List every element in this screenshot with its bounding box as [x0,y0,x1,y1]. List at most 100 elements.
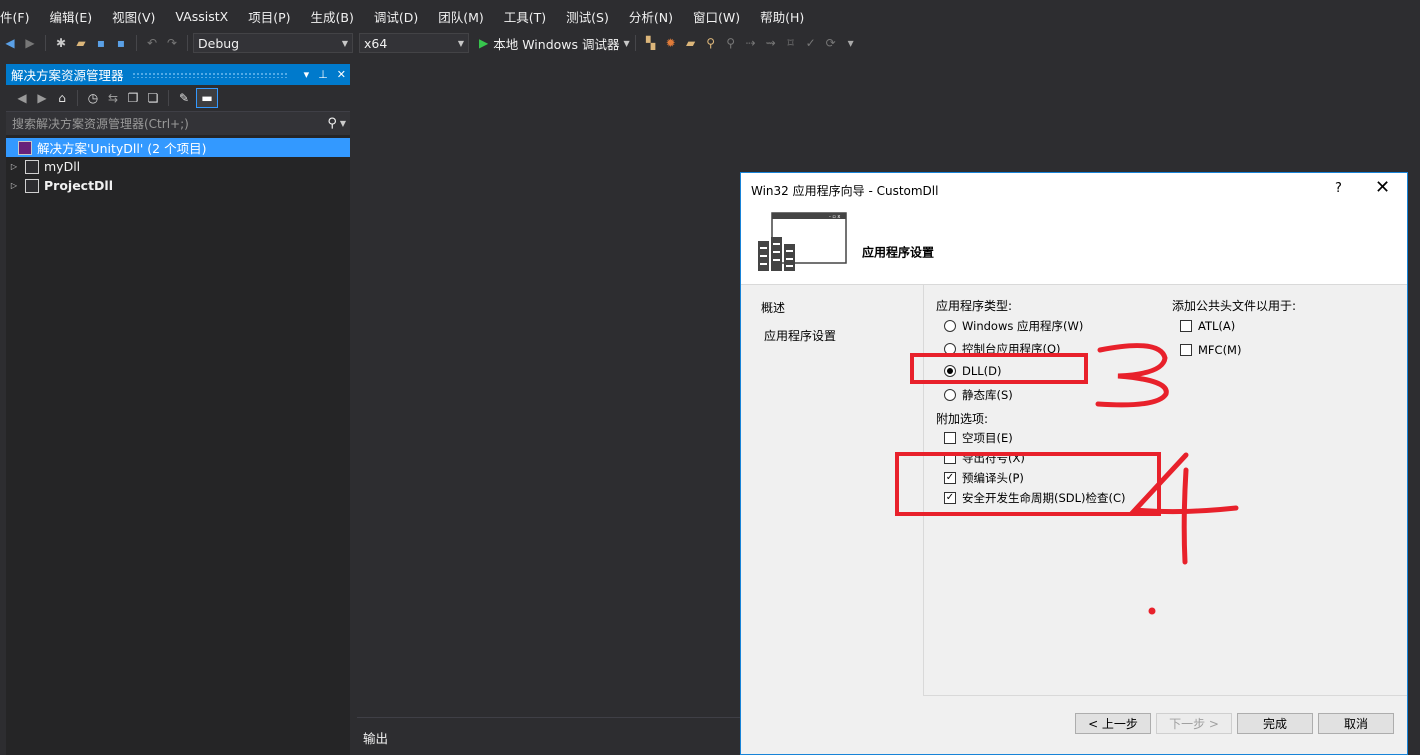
project-label: ProjectDll [44,178,114,193]
dialog-titlebar: Win32 应用程序向导 - CustomDll ? ✕ [741,173,1407,205]
toolbar-overflow-icon[interactable]: ▾ [843,35,859,51]
new-project-icon[interactable]: ✱ [53,35,69,51]
forward-icon[interactable]: ▶ [22,35,38,51]
nav-app-settings[interactable]: 应用程序设置 [764,327,836,344]
check-atl[interactable]: ATL(A) [1180,319,1235,333]
checkbox-indicator[interactable] [944,432,956,444]
expand-arrow-icon[interactable]: ▷ [6,162,22,171]
menu-view[interactable]: 视图(V) [102,7,165,26]
step-icon[interactable]: ⇢ [743,35,759,51]
next-button[interactable]: 下一步 > [1156,713,1232,734]
spelling-icon[interactable]: ✓ [803,35,819,51]
standard-toolbar: ◀ ▶ ✱ ▰ ▪ ▪ ↶ ↷ Debug ▼ x64 ▼ ▶ 本地 Windo… [0,32,1420,54]
back-icon[interactable]: ◀ [14,90,30,106]
page-heading: 应用程序设置 [862,245,935,260]
home-icon[interactable]: ⌂ [54,90,70,106]
pending-changes-icon[interactable]: ◷ [85,90,101,106]
menu-analyze[interactable]: 分析(N) [619,7,683,26]
start-debugging-label: 本地 Windows 调试器 [493,36,620,52]
solution-explorer-toolbar: ◀ ▶ ⌂ ◷ ⇆ ❐ ❏ ✎ ▬ [6,85,350,111]
checkbox-indicator[interactable] [1180,344,1192,356]
step-over-icon[interactable]: ⇝ [763,35,779,51]
window-position-icon[interactable]: ▾ [304,68,310,81]
pin-icon[interactable]: ⊥ [318,68,328,81]
toolbar-separator [77,90,78,106]
extra-options-group-label: 附加选项: [936,412,989,426]
close-icon[interactable]: ✕ [337,68,346,81]
annotation-box-3 [910,353,1088,384]
output-panel: 输出 [357,717,740,755]
properties-icon[interactable]: ✎ [176,90,192,106]
tree-item-project[interactable]: ▷ ProjectDll [6,176,350,195]
menu-edit[interactable]: 编辑(E) [39,7,102,26]
redo-icon[interactable]: ↷ [164,35,180,51]
close-button[interactable]: ✕ [1375,177,1390,198]
check-mfc[interactable]: MFC(M) [1180,343,1241,357]
chevron-down-icon: ▼ [457,38,464,48]
cancel-button[interactable]: 取消 [1318,713,1394,734]
app-type-group-label: 应用程序类型: [936,299,1013,313]
search-symbol-icon[interactable]: ⚲ [703,35,719,51]
radio-windows-app[interactable]: Windows 应用程序(W) [944,318,1083,334]
search-placeholder: 搜索解决方案资源管理器(Ctrl+;) [12,117,189,131]
menu-build[interactable]: 生成(B) [301,7,364,26]
checkbox-label: 空项目(E) [962,431,1013,445]
forward-icon[interactable]: ▶ [34,90,50,106]
menu-debug[interactable]: 调试(D) [364,7,428,26]
annotation-box-4 [895,452,1161,516]
wizard-window-icon: - ▫ x [758,212,847,271]
radio-label: 静态库(S) [962,388,1013,402]
menu-vassistx[interactable]: VAssistX [165,9,238,24]
menu-help[interactable]: 帮助(H) [750,7,814,26]
help-button[interactable]: ? [1335,181,1342,196]
titlebar-grip[interactable] [131,71,287,78]
undo-icon[interactable]: ↶ [144,35,160,51]
bookmark-icon[interactable]: ⌑ [783,35,799,51]
collapse-all-icon[interactable]: ❐ [125,90,141,106]
save-icon[interactable]: ▪ [93,35,109,51]
menu-window[interactable]: 窗口(W) [683,7,750,26]
search-icon[interactable]: ⚲ [327,116,337,131]
dialog-banner: - ▫ x 应用程序设置 [741,205,1407,285]
solution-explorer-titlebar: 解决方案资源管理器 ▾ ⊥ ✕ [6,64,350,85]
solution-label: 解决方案'UnityDll' (2 个项目) [37,141,207,156]
show-all-files-icon[interactable]: ❏ [145,90,161,106]
menu-test[interactable]: 测试(S) [556,7,619,26]
platform-select[interactable]: x64 ▼ [359,33,469,53]
output-title: 输出 [363,731,389,746]
chevron-down-icon: ▼ [623,38,630,48]
preview-selected-icon[interactable]: ▬ [196,88,218,108]
chevron-down-icon[interactable]: ▼ [340,119,346,128]
open-file-icon[interactable]: ▰ [73,35,89,51]
check-empty-project[interactable]: 空项目(E) [944,430,1013,446]
prev-button[interactable]: < 上一步 [1075,713,1151,734]
checkbox-indicator[interactable] [1180,320,1192,332]
radio-indicator[interactable] [944,389,956,401]
solution-explorer-search[interactable]: 搜索解决方案资源管理器(Ctrl+;) ⚲ ▼ [6,111,350,135]
menu-project[interactable]: 项目(P) [238,7,300,26]
bug-icon[interactable]: ✹ [663,35,679,51]
checkbox-label: MFC(M) [1198,343,1242,357]
start-debugging-button[interactable]: ▶ 本地 Windows 调试器 ▼ [479,34,630,53]
expand-arrow-icon[interactable]: ▷ [6,181,22,190]
sync-icon[interactable]: ⇆ [105,90,121,106]
refactor-icon[interactable]: ⟳ [823,35,839,51]
radio-indicator[interactable] [944,320,956,332]
nav-overview[interactable]: 概述 [761,299,785,316]
back-icon[interactable]: ◀ [2,35,18,51]
solution-icon [18,140,32,155]
radio-static-lib[interactable]: 静态库(S) [944,387,1013,403]
finish-button[interactable]: 完成 [1237,713,1313,734]
tree-item-solution[interactable]: 解决方案'UnityDll' (2 个项目) [6,138,350,157]
find-in-files-icon[interactable]: ▚ [643,35,659,51]
menu-tools[interactable]: 工具(T) [494,7,556,26]
tree-item-project[interactable]: ▷ myDll [6,157,350,176]
solution-config-value: Debug [198,35,240,51]
zoom-icon[interactable]: ⚲ [723,35,739,51]
menu-file[interactable]: 件(F) [0,7,39,26]
save-all-icon[interactable]: ▪ [113,35,129,51]
cpp-project-icon [25,178,39,193]
open-folder-icon[interactable]: ▰ [683,35,699,51]
solution-config-select[interactable]: Debug ▼ [193,33,353,53]
menu-team[interactable]: 团队(M) [428,7,494,26]
